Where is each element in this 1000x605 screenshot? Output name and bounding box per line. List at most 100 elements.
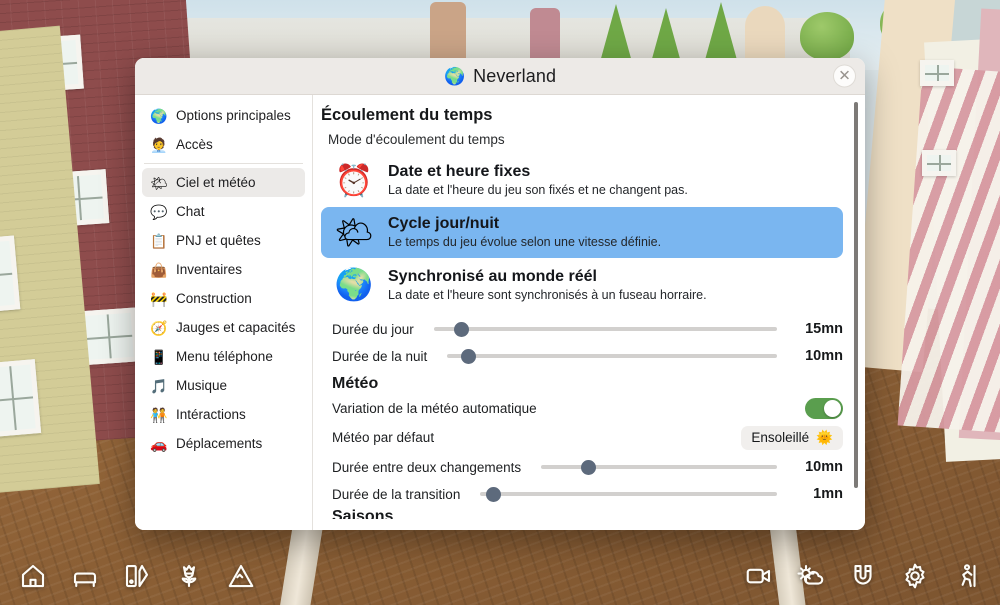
sidebar-item-jauges-et-capacites[interactable]: 🧭 Jauges et capacités bbox=[142, 313, 305, 342]
setting-label: Durée entre deux changements bbox=[332, 460, 521, 475]
sidebar-item-musique[interactable]: 🎵 Musique bbox=[142, 371, 305, 400]
setting-row-change-interval: Durée entre deux changements 10mn bbox=[321, 454, 843, 481]
window bbox=[920, 60, 954, 86]
change-interval-slider[interactable] bbox=[541, 460, 777, 475]
setting-value: 10mn bbox=[789, 459, 843, 475]
slider-knob[interactable] bbox=[461, 349, 476, 364]
sidebar-item-label: Inventaires bbox=[176, 262, 242, 277]
mode-option-desc: Le temps du jeu évolue selon une vitesse… bbox=[388, 234, 661, 250]
car-icon: 🚗 bbox=[150, 437, 167, 451]
dialog-titlebar: 🌍 Neverland ✕ bbox=[135, 58, 865, 95]
sidebar-item-label: Jauges et capacités bbox=[176, 320, 295, 335]
sidebar-item-label: Ciel et météo bbox=[176, 175, 256, 190]
globe-icon: 🌍 bbox=[444, 68, 465, 85]
music-note-icon: 🎵 bbox=[150, 379, 167, 393]
setting-label: Variation de la météo automatique bbox=[332, 401, 537, 416]
paint-icon[interactable] bbox=[122, 561, 152, 591]
slider-knob[interactable] bbox=[454, 322, 469, 337]
mode-option-desc: La date et l'heure sont synchronisés à u… bbox=[388, 287, 707, 303]
sidebar-item-ciel-et-meteo[interactable]: 🌤 Ciel et météo bbox=[142, 168, 305, 197]
night-duration-slider[interactable] bbox=[447, 349, 777, 364]
magnet-icon[interactable] bbox=[848, 561, 878, 591]
sidebar-item-label: Chat bbox=[176, 204, 205, 219]
sidebar-item-deplacements[interactable]: 🚗 Déplacements bbox=[142, 429, 305, 458]
sidebar-item-interactions[interactable]: 🧑‍🤝‍🧑 Intéractions bbox=[142, 400, 305, 429]
dialog-body: 🌍 Options principales 🧑‍💼 Accès 🌤 Ciel e… bbox=[135, 95, 865, 530]
distant-tower bbox=[530, 8, 560, 64]
mode-option-day-night-cycle[interactable]: 🌤 Cycle jour/nuit Le temps du jeu évolue… bbox=[321, 207, 843, 257]
slider-track bbox=[480, 492, 777, 496]
sidebar-item-inventaires[interactable]: 👜 Inventaires bbox=[142, 255, 305, 284]
flower-icon[interactable] bbox=[174, 561, 204, 591]
sidebar-item-acces[interactable]: 🧑‍💼 Accès bbox=[142, 130, 305, 159]
globe-icon: 🌍 bbox=[150, 109, 167, 123]
furniture-icon[interactable] bbox=[70, 561, 100, 591]
people-icon: 🧑‍🤝‍🧑 bbox=[150, 408, 167, 422]
bag-icon: 👜 bbox=[150, 263, 167, 277]
auto-weather-toggle[interactable] bbox=[805, 398, 843, 419]
sidebar-item-label: Options principales bbox=[176, 108, 291, 123]
camera-icon[interactable] bbox=[744, 561, 774, 591]
alarm-clock-icon: ⏰ bbox=[333, 165, 375, 196]
sidebar-item-options-principales[interactable]: 🌍 Options principales bbox=[142, 101, 305, 130]
slider-knob[interactable] bbox=[581, 460, 596, 475]
mode-option-fixed-time[interactable]: ⏰ Date et heure fixes La date et l'heure… bbox=[321, 155, 843, 205]
content-scrollbar[interactable] bbox=[854, 102, 858, 488]
sidebar-item-label: Musique bbox=[176, 378, 227, 393]
sidebar-item-label: Accès bbox=[176, 137, 213, 152]
settings-sidebar: 🌍 Options principales 🧑‍💼 Accès 🌤 Ciel e… bbox=[135, 95, 313, 530]
setting-row-default-weather: Météo par défaut Ensoleillé 🌞 bbox=[321, 422, 843, 454]
dropdown-value: Ensoleillé bbox=[751, 430, 809, 445]
distant-tower bbox=[745, 6, 785, 64]
globe-sync-icon: 🌍 bbox=[333, 269, 375, 300]
taskbar-left-group bbox=[18, 561, 256, 591]
sun-cloud-icon: 🌤 bbox=[150, 176, 167, 190]
settings-icon[interactable] bbox=[900, 561, 930, 591]
exit-icon[interactable] bbox=[952, 561, 982, 591]
sidebar-item-label: Construction bbox=[176, 291, 252, 306]
weather-section-title: Météo bbox=[332, 375, 843, 393]
home-icon[interactable] bbox=[18, 561, 48, 591]
sidebar-item-label: PNJ et quêtes bbox=[176, 233, 261, 248]
weather-icon[interactable] bbox=[796, 561, 826, 591]
slider-track bbox=[434, 327, 777, 331]
setting-value: 15mn bbox=[789, 321, 843, 337]
setting-value: 1mn bbox=[789, 486, 843, 502]
pine-tree bbox=[600, 4, 632, 62]
slider-track bbox=[447, 354, 777, 358]
title-group: 🌍 Neverland bbox=[444, 66, 556, 87]
sidebar-item-chat[interactable]: 💬 Chat bbox=[142, 197, 305, 226]
sun-icon: 🌞 bbox=[816, 430, 833, 446]
round-tree bbox=[800, 12, 854, 60]
sidebar-item-construction[interactable]: 🚧 Construction bbox=[142, 284, 305, 313]
default-weather-dropdown[interactable]: Ensoleillé 🌞 bbox=[741, 426, 843, 450]
pine-tree bbox=[705, 2, 737, 60]
person-lock-icon: 🧑‍💼 bbox=[150, 138, 167, 152]
slider-track bbox=[541, 465, 777, 469]
slider-knob[interactable] bbox=[486, 487, 501, 502]
setting-row-night-duration: Durée de la nuit 10mn bbox=[321, 343, 843, 370]
mode-option-real-world-sync[interactable]: 🌍 Synchronisé au monde réél La date et l… bbox=[321, 260, 843, 310]
gauge-icon: 🧭 bbox=[150, 321, 167, 335]
distant-tower bbox=[430, 2, 466, 62]
terrain-icon[interactable] bbox=[226, 561, 256, 591]
page-title: Écoulement du temps bbox=[321, 106, 843, 125]
transition-duration-slider[interactable] bbox=[480, 487, 777, 502]
setting-label: Durée du jour bbox=[332, 322, 414, 337]
setting-row-transition-duration: Durée de la transition 1mn bbox=[321, 481, 843, 508]
setting-label: Durée de la transition bbox=[332, 487, 460, 502]
setting-row-auto-weather: Variation de la météo automatique bbox=[321, 395, 843, 422]
sun-moon-cloud-icon: 🌤 bbox=[333, 217, 375, 248]
setting-row-day-duration: Durée du jour 15mn bbox=[321, 316, 843, 343]
setting-label: Durée de la nuit bbox=[332, 349, 427, 364]
sidebar-item-label: Menu téléphone bbox=[176, 349, 273, 364]
taskbar-right-group bbox=[744, 561, 982, 591]
sidebar-item-pnj-et-quetes[interactable]: 📋 PNJ et quêtes bbox=[142, 226, 305, 255]
mode-section-label: Mode d'écoulement du temps bbox=[328, 132, 843, 147]
window bbox=[922, 150, 956, 176]
day-duration-slider[interactable] bbox=[434, 322, 777, 337]
close-icon[interactable]: ✕ bbox=[833, 65, 856, 88]
sidebar-item-menu-telephone[interactable]: 📱 Menu téléphone bbox=[142, 342, 305, 371]
toggle-knob bbox=[824, 400, 841, 417]
sidebar-item-label: Intéractions bbox=[176, 407, 246, 422]
